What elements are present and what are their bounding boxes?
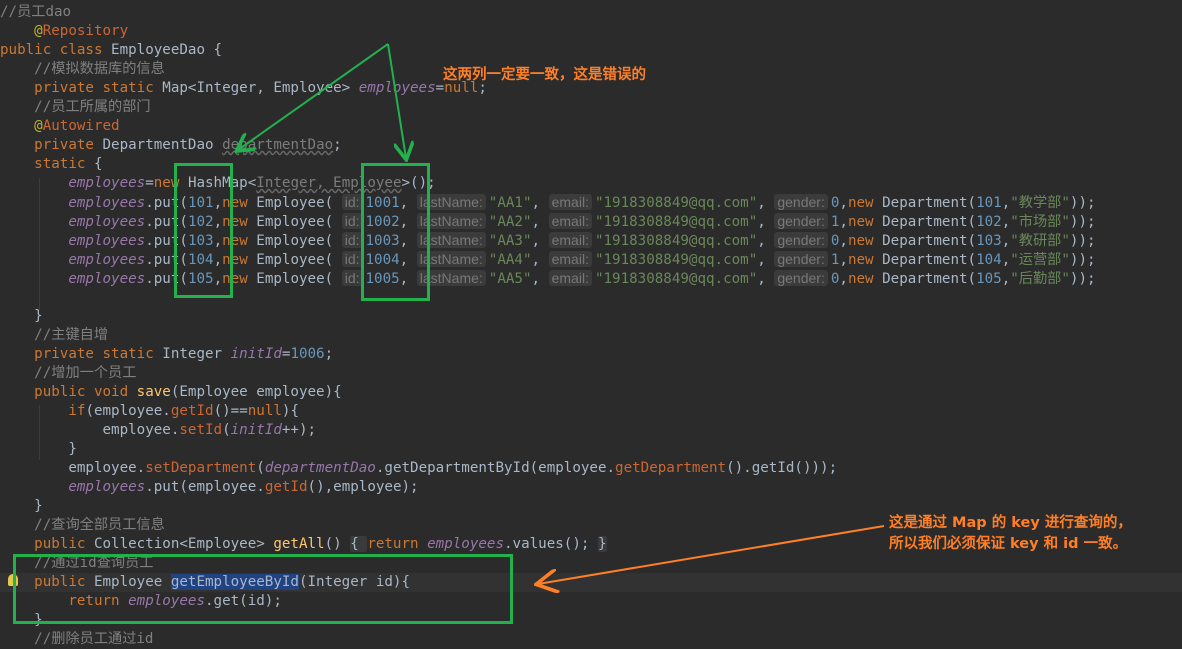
note-map-key-query-2: 所以我们必须保证 key 和 id 一致。 — [889, 536, 1128, 552]
note-columns-must-match: 这两列一定要一致，这是错误的 — [443, 67, 646, 83]
arrow-green-right — [387, 43, 406, 158]
note-map-key-query-1: 这是通过 Map 的 key 进行查询的， — [889, 515, 1132, 531]
arrow-green-left — [238, 43, 389, 150]
arrow-orange — [538, 525, 885, 584]
